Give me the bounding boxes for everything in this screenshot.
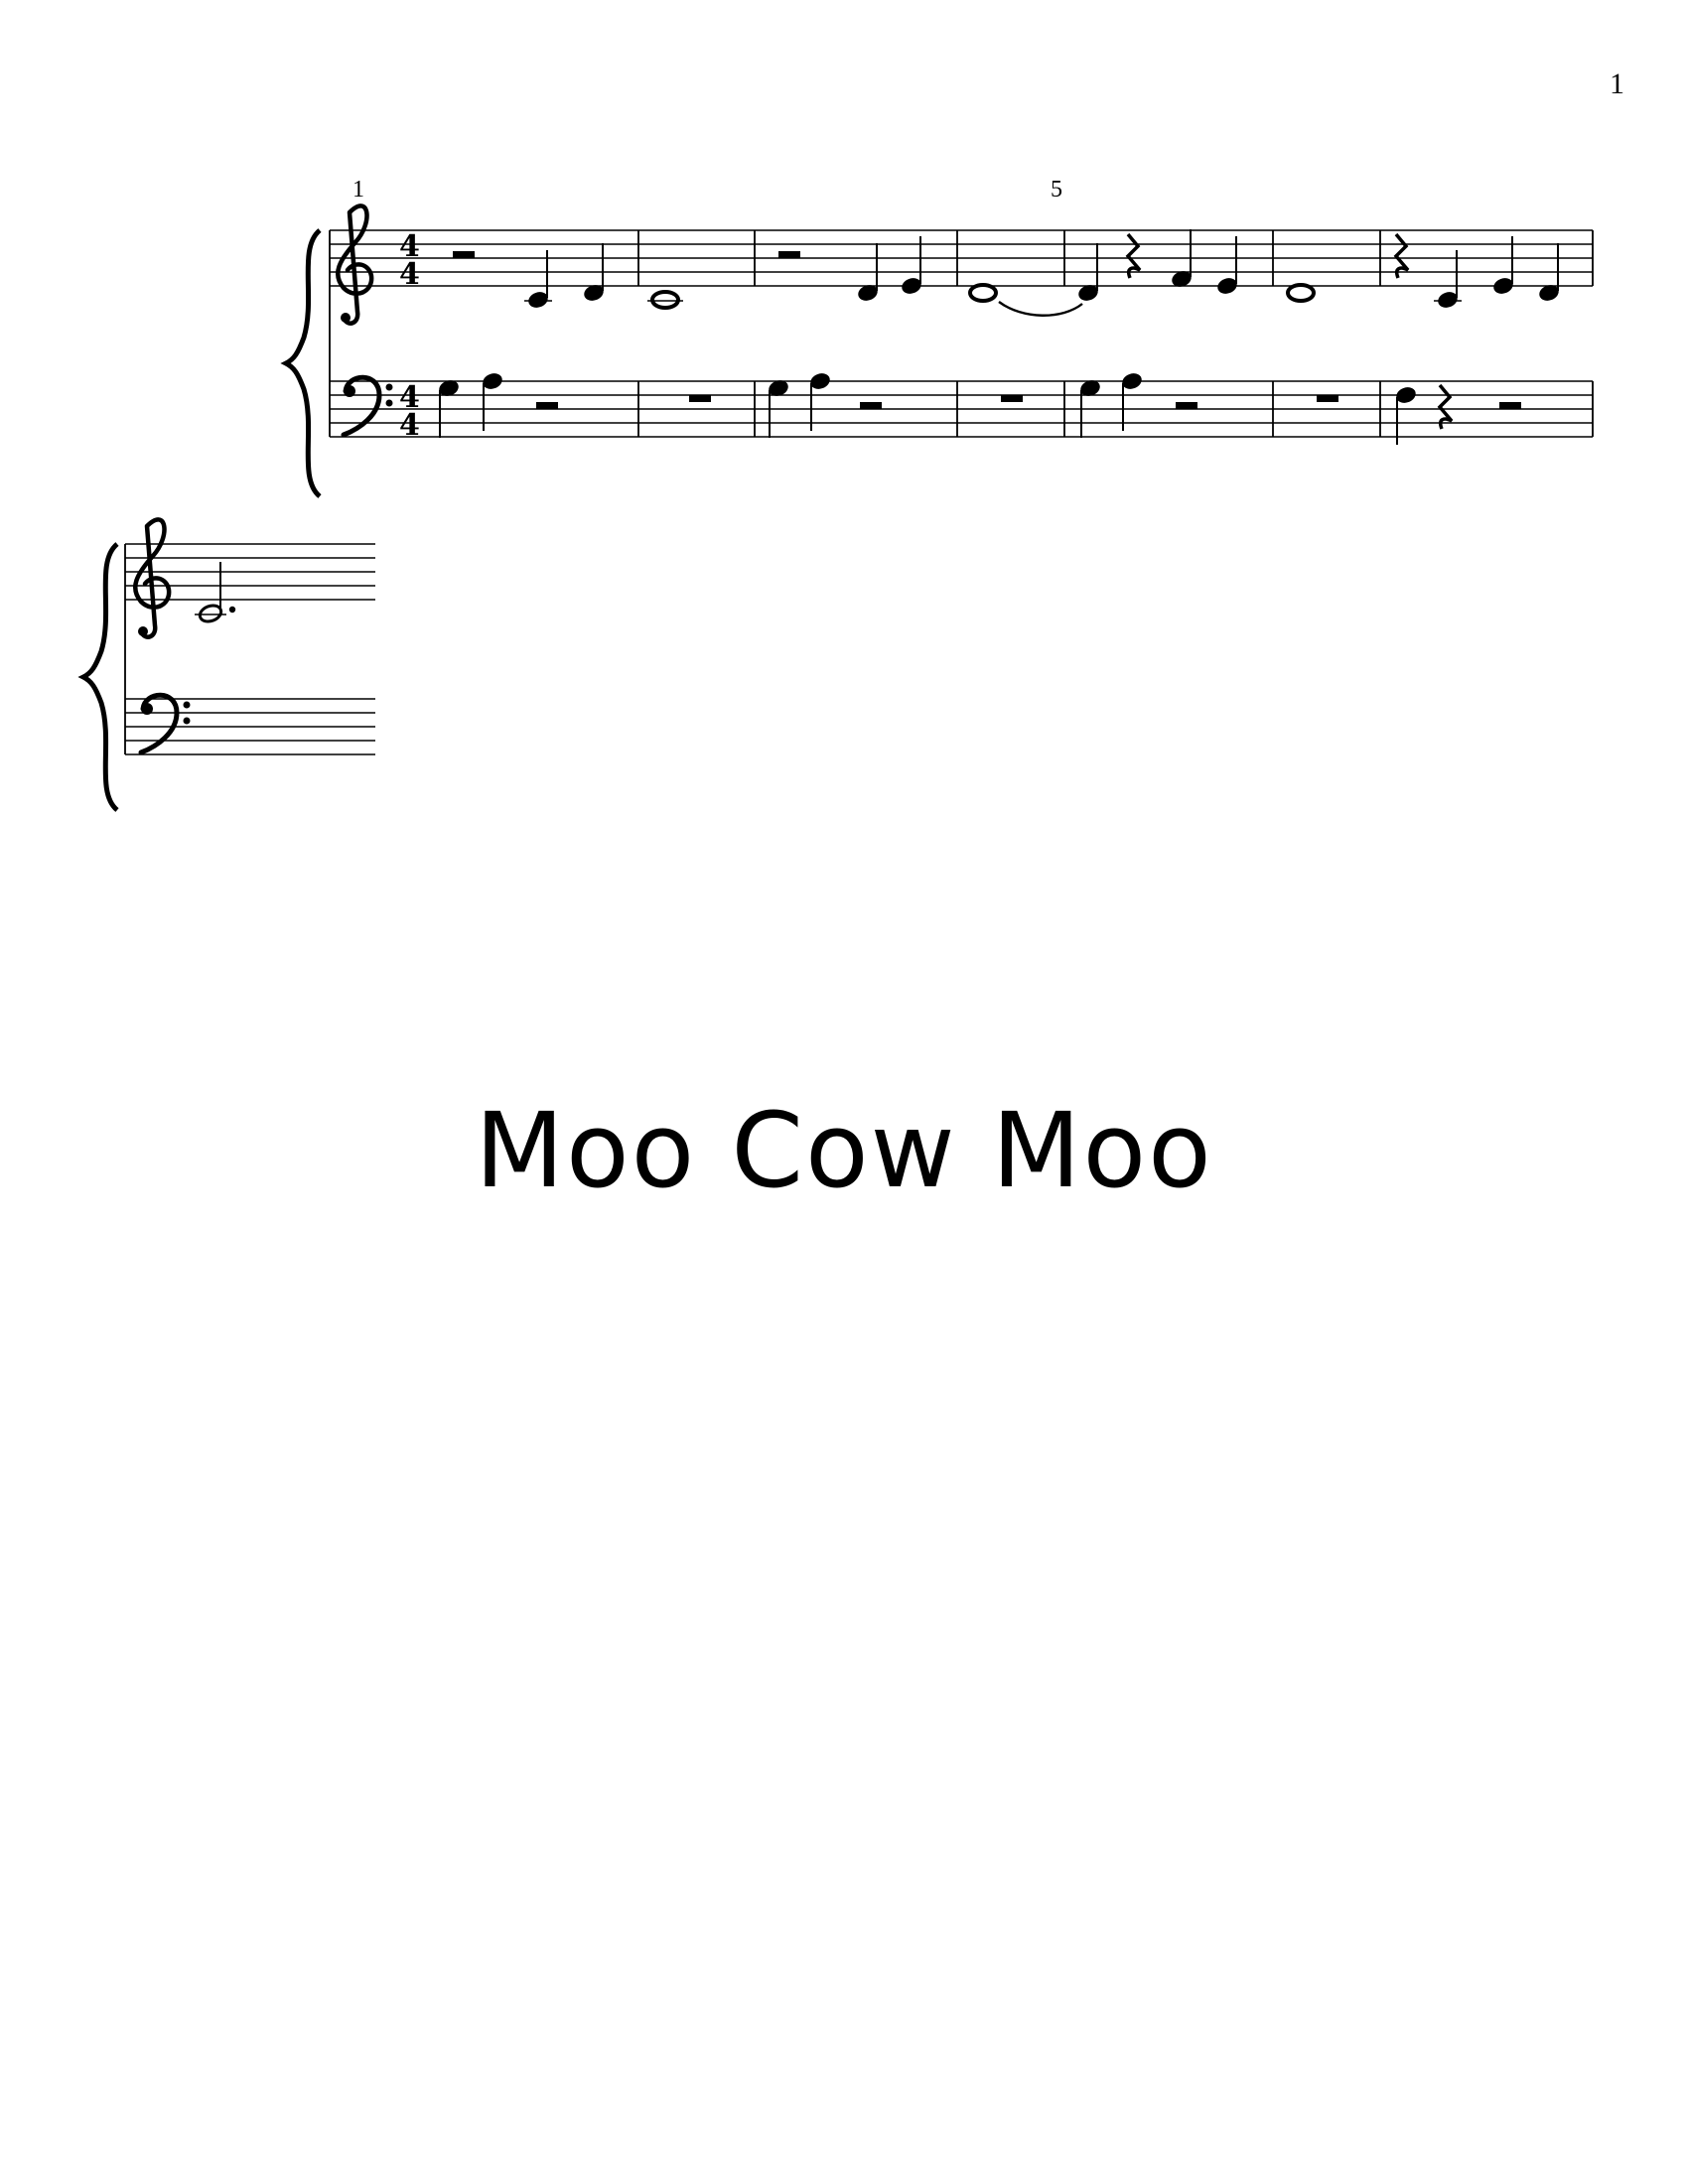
half-rest	[536, 402, 558, 409]
treble-clef-icon	[135, 519, 169, 636]
bass-clef-icon	[344, 377, 393, 435]
note-d4-whole	[968, 283, 998, 303]
sheet-music-page: 1 1 5 4 4 4 4 Moo Cow Moo	[0, 0, 1688, 2184]
half-rest	[453, 251, 475, 258]
grand-staff-brace-2	[77, 542, 119, 812]
treble-staff-1	[330, 229, 1593, 287]
barlines-1	[329, 230, 1594, 437]
grand-staff-brace	[280, 228, 322, 498]
bass-clef-icon	[141, 695, 191, 752]
song-title: Moo Cow Moo	[475, 1090, 1213, 1211]
half-rest	[1499, 402, 1521, 409]
note-c4-whole	[650, 290, 680, 310]
treble-clef-icon	[338, 205, 371, 323]
tie	[998, 301, 1083, 317]
half-rest	[860, 402, 882, 409]
note-d4-whole	[1286, 283, 1316, 303]
whole-rest	[1317, 395, 1338, 402]
time-sig-bass-lower: 4	[399, 408, 420, 443]
time-sig-treble-lower: 4	[399, 257, 420, 292]
whole-rest	[1001, 395, 1023, 402]
half-rest	[1176, 402, 1197, 409]
half-rest	[778, 251, 800, 258]
bass-staff-2	[125, 698, 375, 755]
whole-rest	[689, 395, 711, 402]
treble-staff-2	[125, 543, 375, 601]
